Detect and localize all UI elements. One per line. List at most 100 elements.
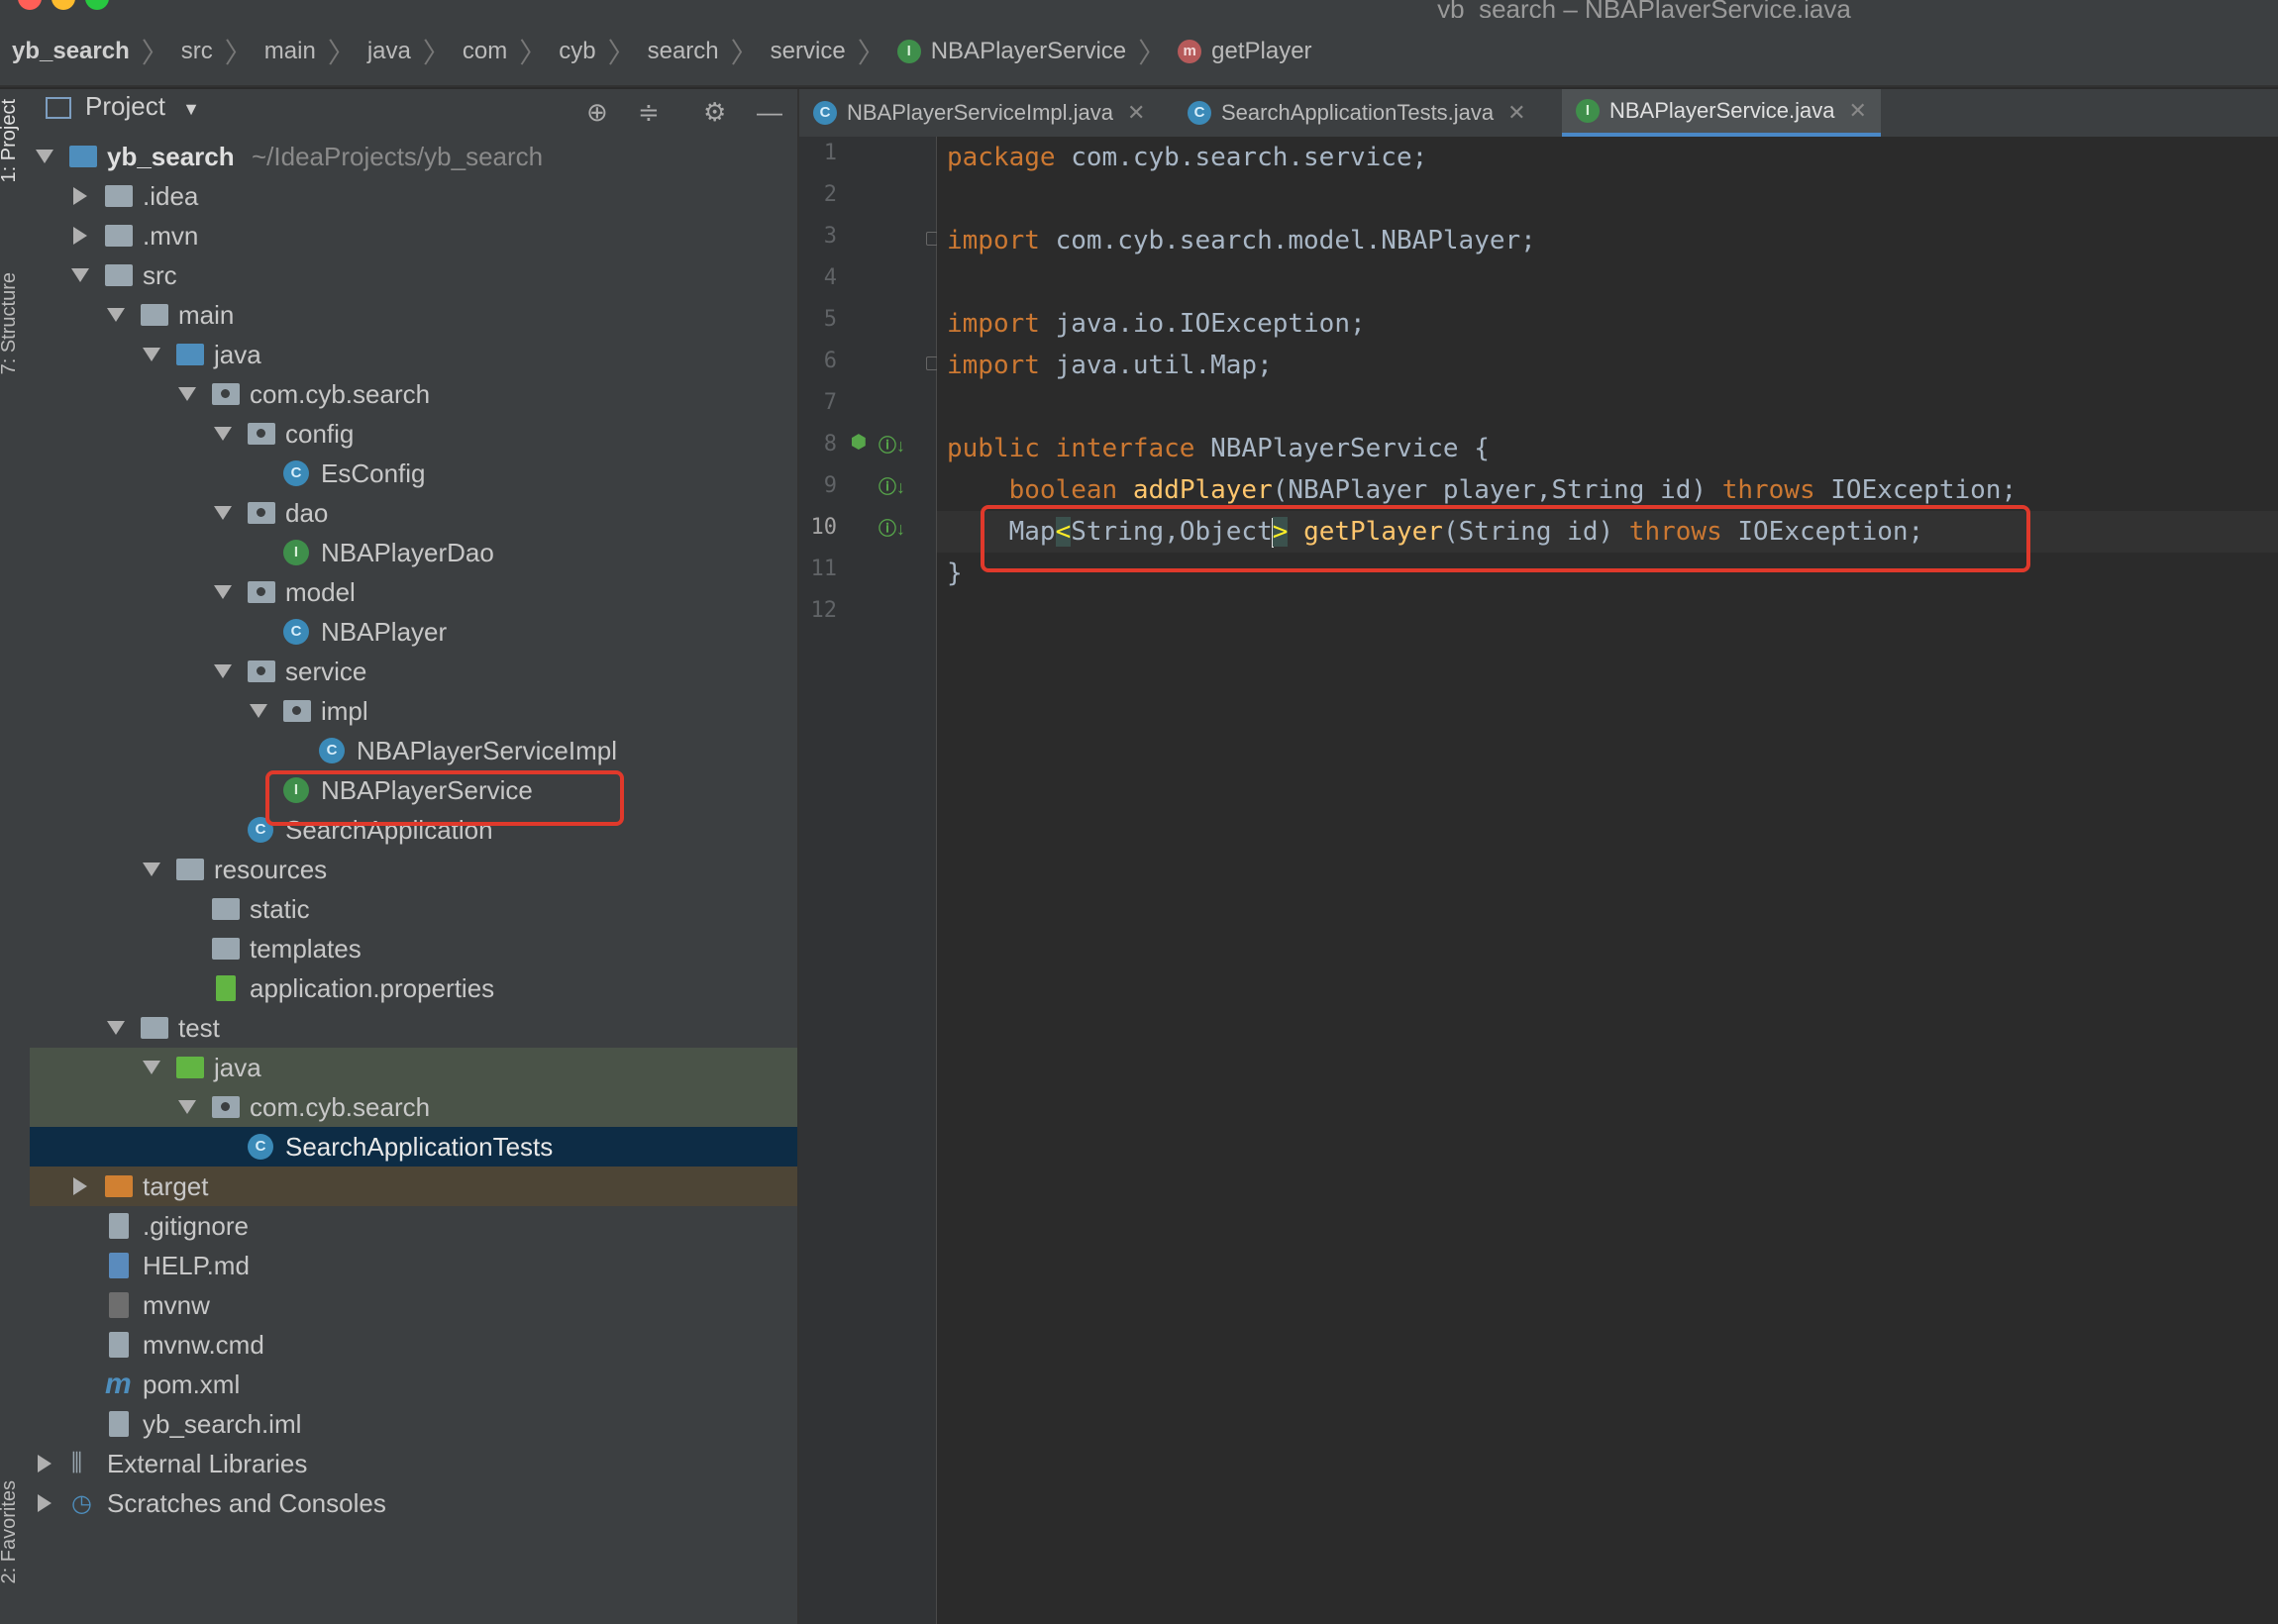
tree-row[interactable]: service: [30, 652, 797, 691]
tree-row[interactable]: HELP.md: [30, 1246, 797, 1285]
expand-arrow-icon[interactable]: [107, 1021, 125, 1035]
favorites-tool-tab[interactable]: 2: Favorites: [0, 1480, 21, 1583]
breadcrumb-src[interactable]: src: [181, 38, 213, 65]
tree-label: mvnw.cmd: [143, 1329, 264, 1360]
project-tool-tab[interactable]: 1: Project: [0, 99, 21, 182]
expand-arrow-icon[interactable]: [250, 704, 267, 718]
project-view-selector[interactable]: Project ▼: [85, 91, 200, 122]
tree-row[interactable]: src: [30, 255, 797, 295]
close-icon[interactable]: ✕: [1507, 100, 1525, 126]
code-editor[interactable]: package com.cyb.search.service; import c…: [937, 137, 2278, 1624]
tree-row[interactable]: .gitignore: [30, 1206, 797, 1246]
implemented-icon[interactable]: ⓘ↓: [879, 515, 905, 541]
close-icon[interactable]: ✕: [1848, 98, 1866, 124]
tree-row[interactable]: model: [30, 572, 797, 612]
tree-row-root[interactable]: yb_search ~/IdeaProjects/yb_search: [30, 137, 797, 176]
code-line-6: import java.util.Map;: [947, 345, 1273, 386]
tree-row[interactable]: impl: [30, 691, 797, 731]
tree-row[interactable]: yb_search.iml: [30, 1404, 797, 1444]
tree-label: service: [285, 656, 367, 686]
collapse-arrow-icon[interactable]: [38, 1494, 52, 1512]
tree-row[interactable]: dao: [30, 493, 797, 533]
minimize-window-button[interactable]: [52, 0, 75, 10]
line-number: 9: [823, 473, 837, 498]
breadcrumb-method[interactable]: m getPlayer: [1178, 38, 1312, 65]
breadcrumb-main[interactable]: main: [264, 38, 316, 65]
expand-arrow-icon[interactable]: [36, 150, 53, 163]
tree-row[interactable]: C EsConfig: [30, 454, 797, 493]
minimize-icon[interactable]: —: [757, 97, 782, 128]
tree-row[interactable]: I NBAPlayerDao: [30, 533, 797, 572]
tree-row[interactable]: static: [30, 889, 797, 929]
gear-icon[interactable]: ⚙: [703, 97, 726, 128]
tree-row[interactable]: templates: [30, 929, 797, 968]
tree-label: config: [285, 418, 355, 449]
breadcrumb-cyb[interactable]: cyb: [559, 38, 595, 65]
expand-arrow-icon[interactable]: [143, 1061, 160, 1074]
collapse-arrow-icon[interactable]: [73, 187, 87, 205]
expand-arrow-icon[interactable]: [178, 1100, 196, 1114]
tree-row[interactable]: C NBAPlayerServiceImpl: [30, 731, 797, 770]
breadcrumb-java[interactable]: java: [367, 38, 411, 65]
tree-row[interactable]: com.cyb.search: [30, 1087, 797, 1127]
expand-arrow-icon[interactable]: [214, 664, 232, 678]
tree-label: test: [178, 1012, 220, 1043]
locate-icon[interactable]: ⊕: [586, 97, 608, 128]
line-number: 12: [810, 598, 838, 623]
tree-row[interactable]: main: [30, 295, 797, 335]
collapse-arrow-icon[interactable]: [73, 1177, 87, 1195]
tree-row[interactable]: target: [30, 1167, 797, 1206]
editor-gutter: 1 2 3 4 5 6 7 8 9 10 11 12 ⬢ ⓘ↓ ⓘ↓ ⓘ↓: [799, 137, 938, 1624]
collapse-arrow-icon[interactable]: [38, 1455, 52, 1472]
implemented-icon[interactable]: ⓘ↓: [879, 473, 905, 499]
tree-row[interactable]: C NBAPlayer: [30, 612, 797, 652]
tab-nbaplayerserviceimpl[interactable]: C NBAPlayerServiceImpl.java ✕: [813, 89, 1155, 137]
tab-nbaplayerservice[interactable]: I NBAPlayerService.java ✕: [1562, 89, 1881, 137]
tree-row[interactable]: java: [30, 1048, 797, 1087]
breadcrumb-search[interactable]: search: [648, 38, 719, 65]
structure-tool-tab[interactable]: 7: Structure: [0, 272, 21, 374]
expand-arrow-icon[interactable]: [107, 308, 125, 322]
tree-row[interactable]: ⫼ External Libraries: [30, 1444, 797, 1483]
zoom-window-button[interactable]: [85, 0, 109, 10]
tree-row[interactable]: test: [30, 1008, 797, 1048]
tree-row[interactable]: application.properties: [30, 968, 797, 1008]
spring-bean-icon[interactable]: ⬢: [851, 432, 867, 453]
breadcrumb-com[interactable]: com: [463, 38, 507, 65]
interface-icon: I: [1576, 99, 1600, 123]
tree-row[interactable]: resources: [30, 850, 797, 889]
tree-row[interactable]: config: [30, 414, 797, 454]
collapse-arrow-icon[interactable]: [73, 227, 87, 245]
tree-row[interactable]: mvnw: [30, 1285, 797, 1325]
editor-tab-bar: C NBAPlayerServiceImpl.java ✕ C SearchAp…: [799, 89, 2278, 138]
expand-arrow-icon[interactable]: [178, 387, 196, 401]
breadcrumb-project[interactable]: yb_search: [12, 38, 130, 65]
tree-row[interactable]: com.cyb.search: [30, 374, 797, 414]
expand-arrow-icon[interactable]: [214, 427, 232, 441]
tree-row[interactable]: ◷ Scratches and Consoles: [30, 1483, 797, 1523]
tab-searchapplicationtests[interactable]: C SearchApplicationTests.java ✕: [1188, 89, 1536, 137]
expand-arrow-icon[interactable]: [143, 348, 160, 361]
expand-arrow-icon[interactable]: [143, 863, 160, 876]
tree-row[interactable]: .idea: [30, 176, 797, 216]
tree-row-selected[interactable]: C SearchApplicationTests: [30, 1127, 797, 1167]
tree-row[interactable]: m pom.xml: [30, 1365, 797, 1404]
code-line-8: public interface NBAPlayerService {: [947, 428, 1490, 469]
expand-arrow-icon[interactable]: [71, 268, 89, 282]
code-text: NBAPlayerService {: [1194, 434, 1490, 463]
tree-row[interactable]: mvnw.cmd: [30, 1325, 797, 1365]
keyword: throws: [1721, 475, 1815, 505]
collapse-icon[interactable]: ≑: [638, 97, 660, 128]
close-icon[interactable]: ✕: [1127, 100, 1145, 126]
tree-row[interactable]: java: [30, 335, 797, 374]
breadcrumb-service[interactable]: service: [771, 38, 846, 65]
tree-row[interactable]: .mvn: [30, 216, 797, 255]
folder-icon: [212, 938, 240, 960]
close-window-button[interactable]: [18, 0, 42, 10]
expand-arrow-icon[interactable]: [214, 506, 232, 520]
expand-arrow-icon[interactable]: [214, 585, 232, 599]
implemented-icon[interactable]: ⓘ↓: [879, 432, 905, 457]
breadcrumb-interface[interactable]: I NBAPlayerService: [896, 38, 1126, 65]
tree-label: pom.xml: [143, 1369, 241, 1399]
keyword: import: [947, 226, 1040, 255]
